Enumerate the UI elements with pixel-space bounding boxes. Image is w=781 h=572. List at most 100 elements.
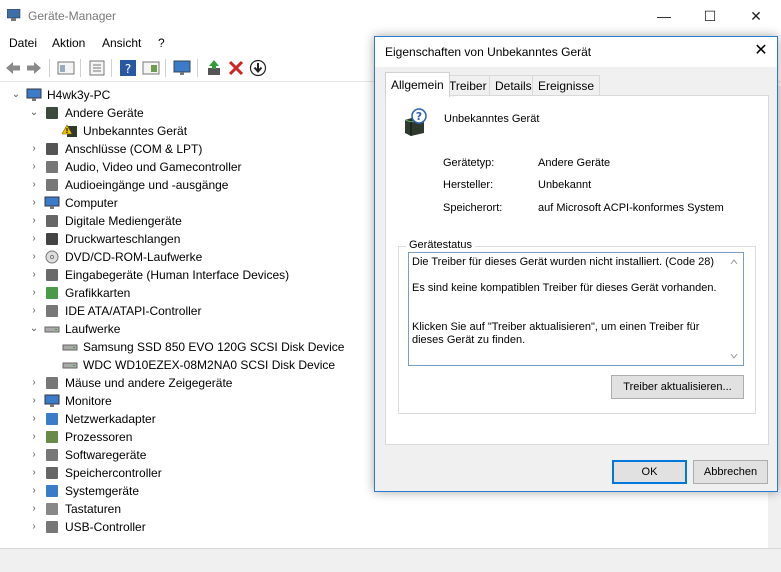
close-button[interactable]: ✕ xyxy=(733,0,779,32)
tree-item-label: Grafikkarten xyxy=(65,286,131,300)
menu-aktion[interactable]: Aktion xyxy=(52,36,85,50)
tree-item-label: Netzwerkadapter xyxy=(65,412,156,426)
expand-chevron-icon[interactable]: › xyxy=(28,176,40,194)
download-icon[interactable] xyxy=(249,59,267,77)
update-driver-button[interactable]: Treiber aktualisieren... xyxy=(611,375,744,399)
unknown-device-icon: ? xyxy=(404,108,427,136)
tree-category-item[interactable]: › IDE ATA/ATAPI-Controller xyxy=(0,302,368,320)
collapse-chevron-icon[interactable]: ⌄ xyxy=(10,86,22,104)
list-icon[interactable] xyxy=(88,59,106,77)
tree-category-item[interactable]: › Audio, Video und Gamecontroller xyxy=(0,158,368,176)
expand-chevron-icon[interactable]: › xyxy=(28,140,40,158)
forward-icon[interactable] xyxy=(25,59,43,77)
tree-category-item[interactable]: › Monitore xyxy=(0,392,368,410)
update-driver-icon[interactable] xyxy=(205,59,223,77)
tree-category-item[interactable]: › Softwaregeräte xyxy=(0,446,368,464)
uninstall-icon[interactable] xyxy=(227,59,245,77)
tree-category-item[interactable]: › Systemgeräte xyxy=(0,482,368,500)
tree-category-item[interactable]: › Netzwerkadapter xyxy=(0,410,368,428)
expand-chevron-icon[interactable]: › xyxy=(28,302,40,320)
menu-ansicht[interactable]: Ansicht xyxy=(102,36,141,50)
cancel-button[interactable]: Abbrechen xyxy=(693,460,768,484)
tree-category-item[interactable]: › Anschlüsse (COM & LPT) xyxy=(0,140,368,158)
expand-chevron-icon[interactable]: › xyxy=(28,212,40,230)
svg-text:?: ? xyxy=(125,62,131,76)
tab-treiber[interactable]: Treiber xyxy=(443,75,493,96)
menu-datei[interactable]: Datei xyxy=(9,36,37,50)
warning-device-icon xyxy=(62,124,77,137)
tree-category-item[interactable]: ⌄ Andere Geräte xyxy=(0,104,368,122)
expand-chevron-icon[interactable]: › xyxy=(28,266,40,284)
prop-label-speicherort: Speicherort: xyxy=(443,202,503,214)
computer-icon xyxy=(44,196,60,209)
expand-chevron-icon[interactable]: › xyxy=(28,284,40,302)
expand-chevron-icon[interactable]: › xyxy=(28,230,40,248)
main-title-bar: Geräte-Manager — ☐ ✕ xyxy=(0,0,781,32)
tree-category-item[interactable]: › DVD/CD-ROM-Laufwerke xyxy=(0,248,368,266)
tab-allgemein[interactable]: Allgemein xyxy=(385,72,450,97)
tree-category-item[interactable]: ⌄ Laufwerke xyxy=(0,320,368,338)
hid-icon xyxy=(46,269,58,281)
tree-category-item[interactable]: › Audioeingänge und -ausgänge xyxy=(0,176,368,194)
expand-chevron-icon[interactable]: › xyxy=(28,410,40,428)
back-icon[interactable] xyxy=(4,59,22,77)
expand-chevron-icon[interactable]: › xyxy=(28,374,40,392)
ok-button[interactable]: OK xyxy=(612,460,687,484)
tree-category-item[interactable]: › Speichercontroller xyxy=(0,464,368,482)
expand-chevron-icon[interactable]: › xyxy=(28,158,40,176)
view-icon[interactable] xyxy=(142,59,160,77)
expand-chevron-icon[interactable]: › xyxy=(28,464,40,482)
expand-chevron-icon[interactable]: › xyxy=(28,194,40,212)
tree-device-item[interactable]: Unbekanntes Gerät xyxy=(0,122,368,140)
tree-category-item[interactable]: › Mäuse und andere Zeigegeräte xyxy=(0,374,368,392)
tree-category-item[interactable]: › Druckwarteschlangen xyxy=(0,230,368,248)
tree-root[interactable]: ⌄ H4wk3y-PC xyxy=(0,86,368,104)
expand-chevron-icon[interactable]: › xyxy=(28,428,40,446)
maximize-button[interactable]: ☐ xyxy=(687,0,733,32)
minimize-button[interactable]: — xyxy=(641,0,687,32)
prop-label-geraetetyp: Gerätetyp: xyxy=(443,157,495,169)
menu-help[interactable]: ? xyxy=(158,36,165,50)
collapse-chevron-icon[interactable]: ⌄ xyxy=(28,104,40,122)
properties-icon[interactable] xyxy=(57,59,75,77)
tree-category-item[interactable]: › Digitale Mediengeräte xyxy=(0,212,368,230)
expand-chevron-icon[interactable]: › xyxy=(28,248,40,266)
drive-icon xyxy=(44,326,60,333)
expand-chevron-icon[interactable]: › xyxy=(28,518,40,536)
tree-category-item[interactable]: › Computer xyxy=(0,194,368,212)
tree-item-label: Anschlüsse (COM & LPT) xyxy=(65,142,203,156)
tree-category-item[interactable]: › USB-Controller xyxy=(0,518,368,536)
tree-item-label: Eingabegeräte (Human Interface Devices) xyxy=(65,268,290,282)
tree-category-item[interactable]: › Prozessoren xyxy=(0,428,368,446)
device-status-textbox[interactable]: Die Treiber für dieses Gerät wurden nich… xyxy=(408,252,744,366)
monitor-scan-icon[interactable] xyxy=(173,59,191,77)
expand-chevron-icon[interactable]: › xyxy=(28,392,40,410)
collapse-chevron-icon[interactable]: ⌄ xyxy=(28,320,40,338)
tab-details[interactable]: Details xyxy=(489,75,538,96)
expand-chevron-icon[interactable]: › xyxy=(28,446,40,464)
tab-panel-allgemein: ? Unbekanntes Gerät Gerätetyp: Andere Ge… xyxy=(385,95,769,445)
help-icon[interactable]: ? xyxy=(119,59,137,77)
tree-device-item[interactable]: WDC WD10EZEX-08M2NA0 SCSI Disk Device xyxy=(0,356,368,374)
tree-item-label: IDE ATA/ATAPI-Controller xyxy=(65,304,202,318)
dialog-close-button[interactable]: ✕ xyxy=(751,41,771,61)
prop-value-geraetetyp: Andere Geräte xyxy=(538,157,611,169)
tree-category-item[interactable]: › Eingabegeräte (Human Interface Devices) xyxy=(0,266,368,284)
tab-ereignisse[interactable]: Ereignisse xyxy=(532,75,601,96)
speaker-icon xyxy=(46,161,58,173)
controller-icon xyxy=(46,305,58,317)
tree-item-label: Unbekanntes Gerät xyxy=(83,124,188,138)
prop-value-speicherort: auf Microsoft ACPI-konformes System xyxy=(538,202,724,214)
tree-item-label: USB-Controller xyxy=(65,520,146,534)
textbox-scrollbar[interactable] xyxy=(729,257,739,361)
status-line-1: Die Treiber für dieses Gerät wurden nich… xyxy=(412,256,715,268)
tree-item-label: Mäuse und andere Zeigegeräte xyxy=(65,376,233,390)
tree-item-label: Laufwerke xyxy=(65,322,121,336)
tree-category-item[interactable]: › Tastaturen xyxy=(0,500,368,518)
expand-chevron-icon[interactable]: › xyxy=(28,482,40,500)
storage-controller-icon xyxy=(46,467,58,479)
toolbar-separator xyxy=(197,59,198,77)
expand-chevron-icon[interactable]: › xyxy=(28,500,40,518)
tree-device-item[interactable]: Samsung SSD 850 EVO 120G SCSI Disk Devic… xyxy=(0,338,368,356)
tree-category-item[interactable]: › Grafikkarten xyxy=(0,284,368,302)
